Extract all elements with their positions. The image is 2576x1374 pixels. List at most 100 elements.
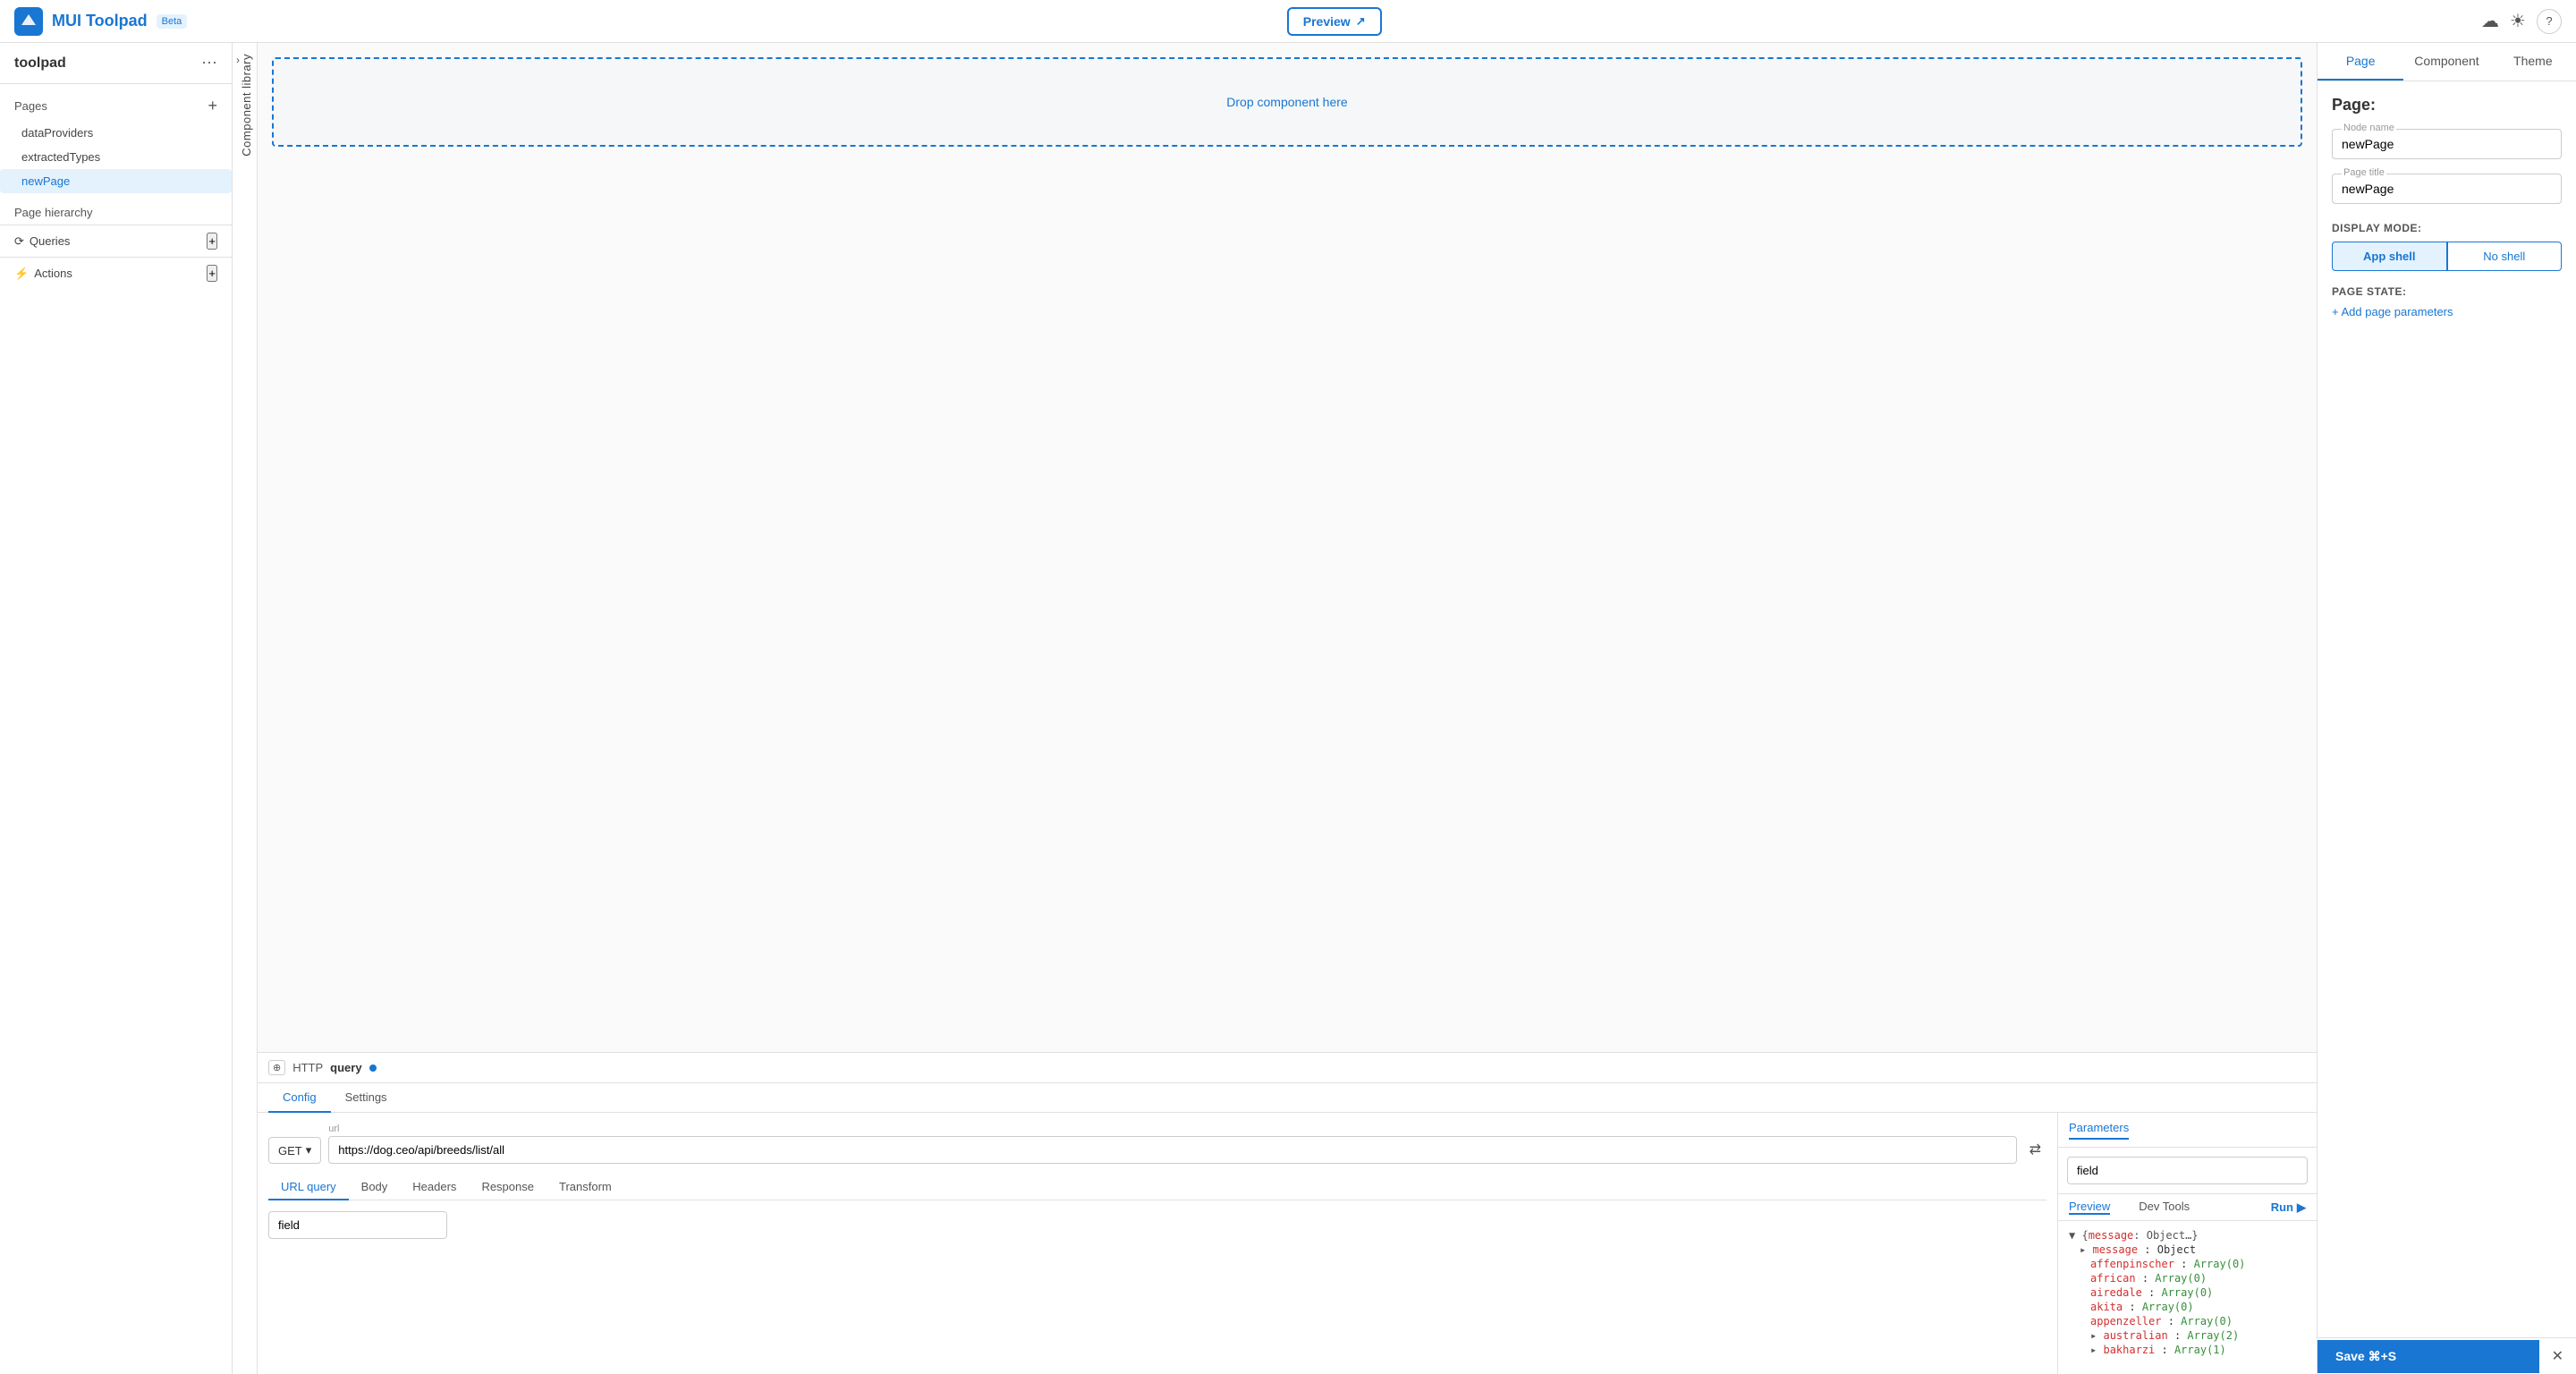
parameters-tab[interactable]: Parameters <box>2069 1121 2129 1140</box>
run-button[interactable]: Run ▶ <box>2271 1200 2306 1215</box>
no-shell-button[interactable]: No shell <box>2447 242 2563 271</box>
actions-icon: ⚡ <box>14 267 29 281</box>
logo-icon <box>14 7 43 36</box>
preview-button[interactable]: Preview ↗ <box>1287 7 1382 36</box>
json-line: ▸ bakharzi : Array(1) <box>2069 1343 2306 1357</box>
save-label: Save ⌘+S <box>2335 1349 2396 1364</box>
subtabs: URL query Body Headers Response Transfor… <box>268 1175 2046 1200</box>
add-params-link[interactable]: + Add page parameters <box>2332 305 2562 318</box>
expand-icon[interactable]: ▸ <box>2090 1344 2097 1356</box>
sidebar-title: toolpad <box>14 55 66 72</box>
json-line: ▸ message : Object <box>2069 1243 2306 1257</box>
tab-devtools[interactable]: Dev Tools <box>2139 1200 2190 1215</box>
query-right: Parameters Preview Dev Tools Run ▶ <box>2057 1113 2317 1374</box>
http-icon: ⊕ <box>268 1060 285 1075</box>
query-tabs: Config Settings <box>258 1083 2317 1113</box>
save-button[interactable]: Save ⌘+S <box>2318 1340 2539 1373</box>
add-page-button[interactable]: + <box>208 97 217 115</box>
expand-icon[interactable]: ▼ <box>2069 1229 2075 1242</box>
method-select-wrap: GET ▾ <box>268 1137 321 1164</box>
cloud-button[interactable]: ☁ <box>2481 10 2499 32</box>
json-line: ▸ australian : Array(2) <box>2069 1328 2306 1343</box>
url-input[interactable] <box>328 1136 2016 1164</box>
sidebar-pages-header: Pages + <box>0 91 232 121</box>
subtab-url-query[interactable]: URL query <box>268 1175 349 1200</box>
help-button[interactable]: ? <box>2537 9 2562 34</box>
page-title-group: Page title <box>2332 174 2562 204</box>
node-name-group: Node name <box>2332 129 2562 159</box>
query-left: GET ▾ url ⇄ URL query Body Hea <box>258 1113 2057 1374</box>
sidebar-item-newPage[interactable]: newPage <box>0 169 232 193</box>
sidebar-item-extractedTypes[interactable]: extractedTypes <box>0 145 232 169</box>
topbar-left: MUI Toolpad Beta <box>14 7 187 36</box>
run-icon: ▶ <box>2297 1200 2306 1215</box>
node-name-label: Node name <box>2342 123 2396 133</box>
url-row: GET ▾ url ⇄ <box>268 1124 2046 1164</box>
json-line: affenpinscher : Array(0) <box>2069 1257 2306 1271</box>
drop-zone[interactable]: Drop component here <box>272 57 2302 147</box>
subtab-response[interactable]: Response <box>469 1175 547 1200</box>
url-query-field-input[interactable] <box>268 1211 447 1239</box>
method-select[interactable]: GET ▾ <box>268 1137 321 1164</box>
canvas: Drop component here <box>258 43 2317 1052</box>
sun-button[interactable]: ☀ <box>2510 10 2526 32</box>
app-shell-button[interactable]: App shell <box>2332 242 2447 271</box>
help-icon: ? <box>2546 14 2552 28</box>
json-line: african : Array(0) <box>2069 1271 2306 1285</box>
add-query-button[interactable]: + <box>207 233 217 250</box>
subtab-headers[interactable]: Headers <box>400 1175 469 1200</box>
sidebar-item-dataProviders[interactable]: dataProviders <box>0 121 232 145</box>
page-title-input[interactable] <box>2342 182 2552 196</box>
preview-devtools-row: Preview Dev Tools Run ▶ <box>2058 1193 2317 1221</box>
pages-label: Pages <box>14 99 47 113</box>
display-mode-buttons: App shell No shell <box>2332 242 2562 271</box>
subtab-transform[interactable]: Transform <box>547 1175 624 1200</box>
add-action-button[interactable]: + <box>207 265 217 282</box>
expand-icon[interactable]: ▸ <box>2080 1243 2086 1256</box>
query-name: query <box>330 1061 361 1074</box>
url-input-wrap: url <box>328 1124 2016 1164</box>
component-library-panel[interactable]: › Component library <box>233 43 258 1374</box>
right-panel: Page Component Theme Page: Node name Pag… <box>2317 43 2576 1374</box>
display-mode-label: Display mode: <box>2332 222 2562 234</box>
display-mode-group: Display mode: App shell No shell <box>2332 222 2562 271</box>
json-output: ▼ {message: Object…} ▸ message : Object … <box>2058 1221 2317 1374</box>
app-title: MUI Toolpad <box>52 12 148 30</box>
preview-label: Preview <box>1303 14 1351 29</box>
expand-icon[interactable]: ▸ <box>2090 1329 2097 1342</box>
json-line: akita : Array(0) <box>2069 1300 2306 1314</box>
run-label: Run <box>2271 1200 2293 1214</box>
tab-component[interactable]: Component <box>2403 43 2489 81</box>
close-panel-button[interactable]: ✕ <box>2539 1338 2576 1374</box>
tab-theme[interactable]: Theme <box>2490 43 2576 81</box>
sidebar-menu-button[interactable]: ⋯ <box>201 54 217 72</box>
topbar-right: ☁ ☀ ? <box>2481 9 2562 34</box>
external-link-icon: ↗ <box>1356 14 1366 29</box>
sidebar-page-hierarchy[interactable]: Page hierarchy <box>0 200 232 225</box>
tab-settings[interactable]: Settings <box>331 1083 402 1113</box>
params-header: Parameters <box>2058 1113 2317 1148</box>
subtab-body[interactable]: Body <box>349 1175 401 1200</box>
sidebar-pages-section: Pages + dataProviders extractedTypes new… <box>0 84 232 200</box>
query-status-dot <box>369 1064 377 1072</box>
sidebar-queries-section: ⟳ Queries + <box>0 225 232 257</box>
sun-icon: ☀ <box>2510 10 2526 32</box>
url-swap-button[interactable]: ⇄ <box>2024 1135 2046 1164</box>
query-panel: ⊕ HTTP query Config Settings GET ▾ <box>258 1052 2317 1374</box>
sidebar-actions-section: ⚡ Actions + <box>0 257 232 289</box>
node-name-input[interactable] <box>2342 137 2552 151</box>
http-label: HTTP <box>292 1061 323 1074</box>
right-panel-tabs: Page Component Theme <box>2318 43 2576 81</box>
tab-config[interactable]: Config <box>268 1083 331 1113</box>
preview-devtools-tabs: Preview Dev Tools <box>2069 1200 2190 1215</box>
params-field-input[interactable] <box>2067 1157 2308 1184</box>
queries-label: Queries <box>30 234 71 248</box>
tab-preview[interactable]: Preview <box>2069 1200 2110 1215</box>
tab-page[interactable]: Page <box>2318 43 2403 81</box>
queries-icon: ⟳ <box>14 234 24 249</box>
json-line: ▼ {message: Object…} <box>2069 1228 2306 1243</box>
drop-text: Drop component here <box>1226 95 1347 109</box>
url-label: url <box>328 1124 2016 1134</box>
page-state-label: PAGE STATE: <box>2332 285 2562 298</box>
cloud-icon: ☁ <box>2481 10 2499 32</box>
